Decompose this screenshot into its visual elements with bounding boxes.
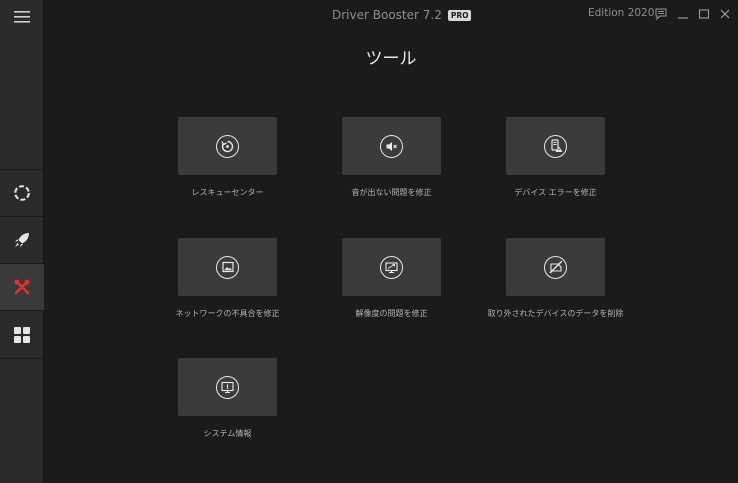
- sidebar-item-boost[interactable]: [0, 216, 44, 263]
- tool-label: システム情報: [203, 429, 252, 438]
- tool-label: デバイス エラーを修正: [514, 188, 597, 197]
- close-icon: [720, 9, 730, 19]
- tool-remove-device-data[interactable]: 取り外されたデバイスのデータを削除: [488, 238, 623, 318]
- rocket-icon: [15, 233, 29, 247]
- grid-icon: [14, 326, 30, 343]
- tool-fix-no-sound-button[interactable]: [342, 117, 441, 175]
- tool-rescue-center-button[interactable]: [178, 117, 277, 175]
- scan-ring-icon: [14, 185, 30, 201]
- minimize-icon: [678, 17, 688, 19]
- monitor-resolution-icon: [380, 255, 403, 279]
- device-error-icon: [544, 134, 567, 158]
- hamburger-menu-button[interactable]: [0, 0, 44, 34]
- minimize-button[interactable]: [676, 7, 690, 21]
- app-window: Driver Booster 7.2 PRO Edition 2020 ツール: [0, 0, 738, 483]
- system-info-icon: [216, 375, 239, 399]
- tool-label: 取り外されたデバイスのデータを削除: [487, 309, 624, 318]
- network-image-icon: [216, 255, 239, 279]
- app-title: Driver Booster 7.2 PRO: [332, 6, 472, 24]
- tool-rescue-center[interactable]: レスキューセンター: [178, 117, 277, 197]
- close-button[interactable]: [718, 7, 732, 21]
- tool-fix-network[interactable]: ネットワークの不具合を修正: [176, 238, 280, 318]
- maximize-button[interactable]: [697, 7, 711, 21]
- sidebar-item-toolbox[interactable]: [0, 310, 44, 359]
- feedback-button[interactable]: [654, 7, 668, 21]
- speaker-mute-icon: [380, 134, 403, 158]
- page-title: ツール: [365, 49, 417, 69]
- tool-fix-device-error[interactable]: デバイス エラーを修正: [506, 117, 605, 197]
- rescue-restore-icon: [216, 134, 239, 158]
- tool-system-info-button[interactable]: [178, 358, 277, 416]
- maximize-icon: [698, 9, 710, 19]
- tool-fix-resolution[interactable]: 解像度の問題を修正: [342, 238, 441, 318]
- tool-fix-device-error-button[interactable]: [506, 117, 605, 175]
- tool-fix-no-sound[interactable]: 音が出ない問題を修正: [342, 117, 441, 197]
- app-name: Driver Booster 7.2: [332, 8, 442, 22]
- message-icon: [655, 8, 667, 20]
- device-removed-icon: [544, 255, 567, 279]
- hamburger-icon: [14, 11, 30, 23]
- tool-system-info[interactable]: システム情報: [178, 358, 277, 438]
- tool-remove-device-data-button[interactable]: [506, 238, 605, 296]
- sidebar: [0, 0, 44, 483]
- tool-fix-resolution-button[interactable]: [342, 238, 441, 296]
- sidebar-item-tools[interactable]: [0, 263, 44, 310]
- tools-icon: [14, 279, 30, 295]
- pro-badge: PRO: [447, 9, 472, 21]
- edition-label: Edition 2020: [588, 7, 655, 19]
- tool-fix-network-button[interactable]: [178, 238, 277, 296]
- sidebar-item-scan[interactable]: [0, 169, 44, 216]
